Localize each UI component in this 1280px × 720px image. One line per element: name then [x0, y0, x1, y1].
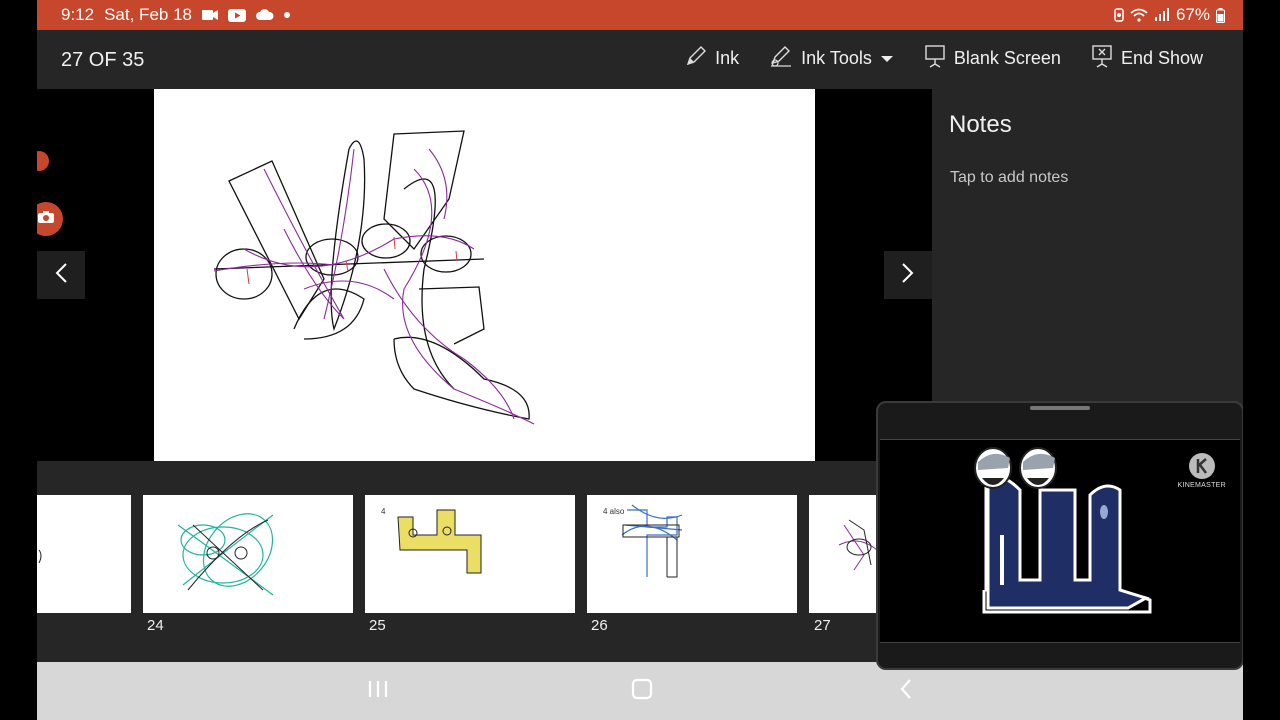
thumbnail-number: 26: [591, 617, 608, 634]
cloud-icon: [255, 9, 274, 21]
youtube-icon: [227, 8, 246, 22]
previous-slide-button[interactable]: [37, 251, 85, 299]
home-icon: [631, 678, 653, 704]
notes-title: Notes: [949, 111, 1012, 138]
chevron-down-icon: [880, 48, 894, 69]
record-indicator: [37, 151, 49, 171]
blank-screen-button[interactable]: Blank Screen: [924, 44, 1061, 73]
thumbnail-drawing: [838, 519, 878, 571]
next-slide-button[interactable]: [884, 251, 932, 299]
home-button[interactable]: [631, 678, 653, 705]
status-date: Sat, Feb 18: [104, 5, 192, 24]
pip-video-window[interactable]: KINEMASTER: [876, 401, 1243, 670]
camera-button[interactable]: [37, 202, 63, 236]
left-letterbox: [0, 0, 37, 720]
ink-tools-button[interactable]: Ink Tools: [769, 45, 894, 72]
recents-button[interactable]: [367, 678, 389, 705]
presentation-toolbar: 27 OF 35 Ink Ink Tools Blank Screen End …: [37, 30, 1243, 89]
video-icon: [201, 9, 218, 21]
kinemaster-label: KINEMASTER: [1177, 482, 1226, 489]
pip-drag-handle[interactable]: [1030, 406, 1090, 410]
camera-icon: [37, 210, 55, 229]
alarm-icon: [1114, 8, 1124, 22]
slide-ink-drawing: [213, 130, 535, 425]
back-icon: [899, 679, 913, 704]
notes-input[interactable]: Tap to add notes: [950, 169, 1068, 187]
end-show-button[interactable]: End Show: [1091, 44, 1203, 73]
ink-label: Ink: [715, 48, 740, 68]
blank-screen-label: Blank Screen: [953, 48, 1061, 68]
thumbnail-drawing: [397, 509, 482, 574]
thumbnail-drawing: [177, 513, 274, 596]
battery-percent: 67%: [1175, 5, 1210, 24]
status-time: 9:12: [61, 5, 95, 24]
end-show-icon: [1091, 44, 1113, 73]
thumbnail-text: 4: [381, 507, 386, 516]
slide-thumbnail[interactable]: 4 also: [587, 495, 797, 613]
ink-tools-label: Ink Tools: [801, 48, 872, 68]
slide-thumbnail[interactable]: [143, 495, 353, 613]
slide-thumbnail[interactable]: [37, 495, 131, 613]
slide-thumbnail[interactable]: 4: [365, 495, 575, 613]
ink-button[interactable]: Ink: [685, 45, 739, 72]
toolbar-tools: Ink Ink Tools Blank Screen End Show: [685, 44, 1203, 73]
pip-video-frame: KINEMASTER: [880, 439, 1240, 643]
kinemaster-watermark: KINEMASTER: [1177, 452, 1226, 489]
thumbnail-number: 25: [369, 617, 386, 634]
recents-icon: [367, 681, 389, 704]
slide-counter: 27 OF 35: [61, 49, 145, 71]
thumbnail-number: 24: [147, 617, 164, 634]
back-button[interactable]: [899, 678, 913, 705]
chevron-right-icon: [901, 262, 915, 289]
thumbnail-drawing: [38, 549, 42, 564]
signal-icon: [1154, 8, 1170, 22]
wifi-icon: [1130, 8, 1148, 22]
status-bar: 9:12 Sat, Feb 18 67%: [37, 0, 1243, 30]
system-navigation-bar: [37, 662, 1243, 720]
pencil-icon: [685, 45, 707, 72]
notification-dot-icon: [283, 12, 290, 18]
right-letterbox: [1243, 0, 1280, 720]
slide-thumbnail[interactable]: [809, 495, 879, 613]
slide-stage: [37, 89, 932, 461]
battery-icon: [1216, 7, 1225, 23]
kinemaster-logo-icon: [1188, 453, 1215, 479]
current-slide[interactable]: [154, 89, 815, 461]
blank-screen-icon: [924, 44, 946, 73]
end-show-label: End Show: [1120, 48, 1203, 68]
chevron-left-icon: [54, 262, 68, 289]
thumbnail-text: 4 also: [603, 507, 625, 516]
tablet-screen: 9:12 Sat, Feb 18 67% 27 OF 35 Ink Ink To…: [37, 0, 1243, 720]
thumbnail-number: 27: [814, 617, 831, 634]
ink-tools-icon: [769, 45, 793, 72]
